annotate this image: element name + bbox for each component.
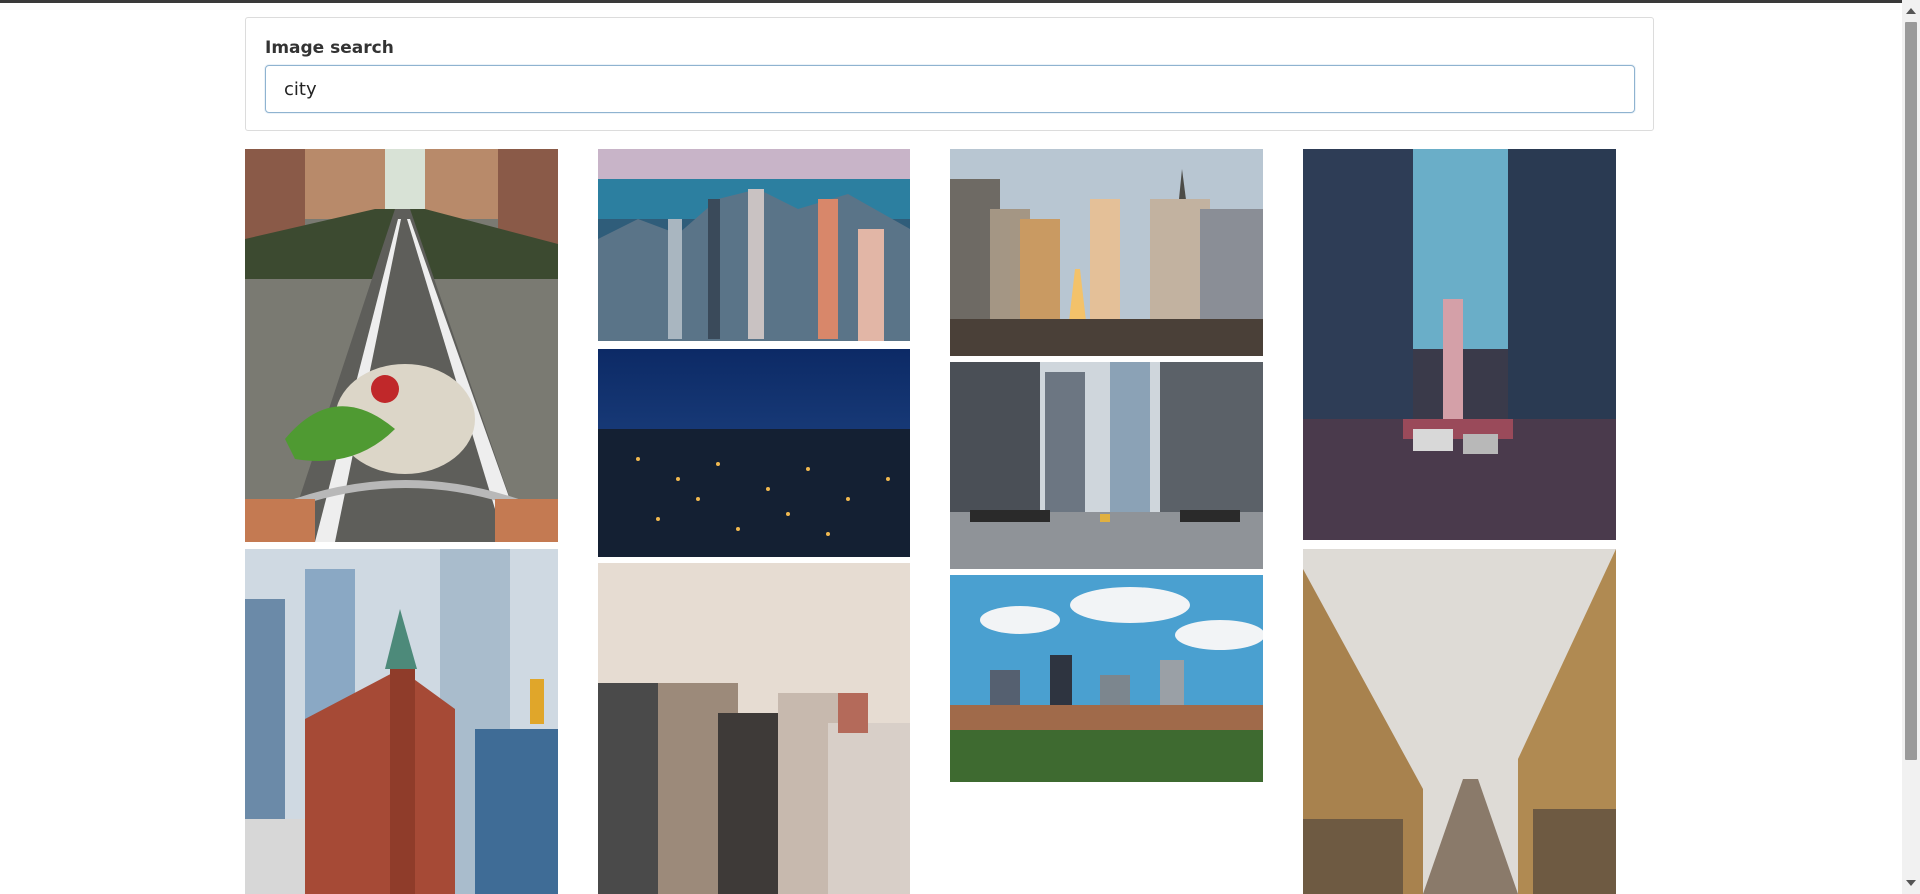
cycling-street-photo — [245, 149, 558, 542]
image-tile-night-city[interactable] — [598, 349, 910, 557]
image-tile-cobblestone-street[interactable] — [1303, 549, 1616, 894]
foggy-skyscrapers-photo — [598, 563, 910, 894]
lake-skyline-photo — [598, 149, 910, 341]
scroll-up-icon[interactable] — [1906, 8, 1916, 14]
image-tile-flatiron-building[interactable] — [245, 549, 558, 894]
window-top-border — [0, 0, 1920, 3]
image-tile-lake-skyline[interactable] — [598, 149, 910, 341]
image-search-input[interactable] — [265, 65, 1635, 113]
image-tile-river-skyline[interactable] — [950, 575, 1263, 782]
flatiron-building-photo — [245, 549, 558, 894]
image-tile-downtown-street[interactable] — [1303, 149, 1616, 540]
busy-street-photo — [950, 362, 1263, 569]
image-tile-cycling-street[interactable] — [245, 149, 558, 542]
scroll-down-icon[interactable] — [1906, 880, 1916, 886]
image-tile-sunlit-avenue[interactable] — [950, 149, 1263, 356]
page-scrollbar[interactable] — [1902, 0, 1920, 894]
search-label: Image search — [265, 38, 394, 58]
river-skyline-photo — [950, 575, 1263, 782]
image-tile-busy-street[interactable] — [950, 362, 1263, 569]
scrollbar-thumb[interactable] — [1905, 22, 1917, 760]
sunlit-avenue-photo — [950, 149, 1263, 356]
search-panel: Image search — [245, 17, 1654, 131]
cobblestone-street-photo — [1303, 549, 1616, 894]
downtown-street-photo — [1303, 149, 1616, 540]
night-city-photo — [598, 349, 910, 557]
image-tile-foggy-skyscrapers[interactable] — [598, 563, 910, 894]
